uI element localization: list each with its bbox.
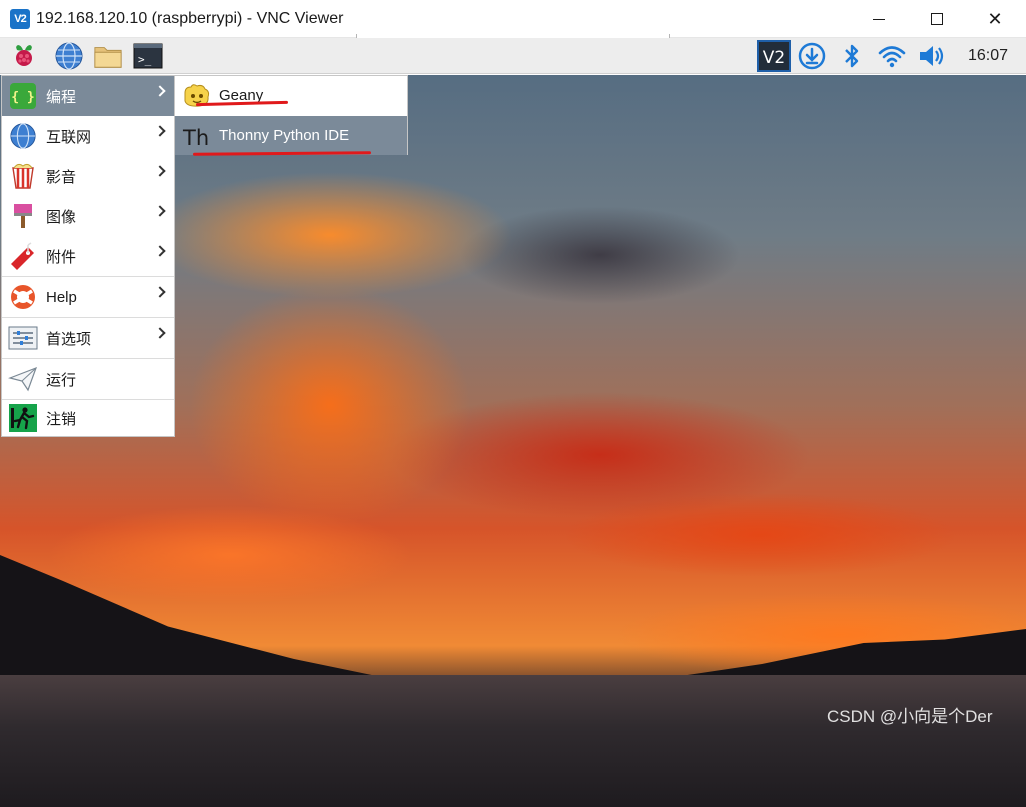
taskbar-clock[interactable]: 16:07 (968, 47, 1008, 65)
menu-item-label: 编程 (46, 88, 77, 106)
minimize-button[interactable] (850, 0, 908, 38)
menu-item-label: 注销 (46, 410, 77, 428)
help-icon (8, 282, 38, 312)
sound-video-icon (8, 161, 38, 191)
terminal-icon-prompt: >_ (138, 53, 152, 66)
run-icon (8, 364, 38, 394)
chevron-right-icon (154, 125, 166, 137)
submenu-item-thonny[interactable]: Th Thonny Python IDE (175, 116, 407, 155)
logout-icon (8, 403, 38, 433)
menu-item-graphics[interactable]: 图像 (2, 196, 174, 236)
raspberry-icon (16, 45, 32, 66)
wallpaper-mountain-left (0, 555, 420, 685)
menu-item-label: 影音 (46, 168, 77, 186)
programming-submenu: Geany Th Thonny Python IDE (174, 75, 408, 155)
window-title: 192.168.120.10 (raspberrypi) - VNC Viewe… (36, 10, 344, 27)
file-manager-button[interactable] (93, 41, 123, 71)
terminal-button[interactable]: >_ (133, 41, 163, 71)
menu-item-sound-video[interactable]: 影音 (2, 156, 174, 196)
pi-taskbar: >_ V2 16:07 (0, 38, 1026, 74)
thonny-icon-letters: Th (182, 126, 209, 150)
volume-icon (920, 46, 944, 66)
volume-tray-button[interactable] (917, 41, 947, 71)
menu-item-internet[interactable]: 互联网 (2, 116, 174, 156)
close-button[interactable]: ✕ (966, 0, 1024, 38)
menu-item-label: Help (46, 288, 77, 306)
menu-item-preferences[interactable]: 首选项 (2, 318, 174, 358)
programming-icon: { } (8, 81, 38, 111)
wifi-tray-button[interactable] (877, 41, 907, 71)
updater-tray-button[interactable] (797, 41, 827, 71)
graphics-icon (8, 201, 38, 231)
thonny-icon: Th (181, 121, 211, 151)
menu-item-label: 首选项 (46, 330, 92, 348)
wifi-icon (878, 46, 906, 68)
vnc-server-icon: V2 (757, 40, 791, 72)
application-menu: { } 编程 互联网 影音 图像 附件 Help 首选项 运行 注销 (1, 75, 175, 437)
minimize-icon (873, 18, 885, 20)
chevron-right-icon (154, 205, 166, 217)
bluetooth-tray-button[interactable] (837, 41, 867, 71)
vnc-title-bar: V2 192.168.120.10 (raspberrypi) - VNC Vi… (0, 0, 1026, 43)
preferences-icon (8, 323, 38, 353)
chevron-right-icon (154, 245, 166, 257)
menu-item-label: 图像 (46, 208, 77, 226)
bluetooth-icon (845, 44, 859, 68)
accessories-icon (8, 241, 38, 271)
menu-item-label: 附件 (46, 248, 77, 266)
raspberry-menu-button[interactable] (9, 41, 39, 71)
maximize-icon (931, 13, 943, 25)
close-icon: ✕ (987, 8, 1003, 29)
vnc-viewer-logo-icon: V2 (10, 9, 30, 29)
menu-item-label: 运行 (46, 371, 77, 389)
submenu-item-geany[interactable]: Geany (175, 76, 407, 115)
submenu-item-label: Thonny Python IDE (219, 127, 350, 144)
wallpaper-sea (0, 675, 1026, 807)
vnc-server-tray-button[interactable]: V2 (757, 40, 791, 72)
menu-item-accessories[interactable]: 附件 (2, 236, 174, 276)
web-browser-icon (55, 42, 83, 70)
web-browser-button[interactable] (54, 41, 84, 71)
vnc-server-icon-label: V2 (763, 48, 785, 68)
menu-item-help[interactable]: Help (2, 277, 174, 317)
chevron-right-icon (154, 165, 166, 177)
programming-icon-braces: { } (11, 90, 34, 105)
chevron-right-icon (154, 286, 166, 298)
menu-item-run[interactable]: 运行 (2, 359, 174, 399)
menu-item-logout[interactable]: 注销 (2, 398, 174, 438)
csdn-watermark: CSDN @小向是个Der (827, 707, 993, 726)
chevron-right-icon (154, 327, 166, 339)
maximize-button[interactable] (908, 0, 966, 38)
menu-item-label: 互联网 (46, 128, 92, 146)
chevron-right-icon (154, 85, 166, 97)
file-manager-icon (94, 47, 122, 68)
terminal-icon: >_ (133, 43, 163, 69)
internet-icon (8, 121, 38, 151)
menu-item-programming[interactable]: { } 编程 (2, 76, 174, 116)
download-icon (798, 42, 826, 70)
